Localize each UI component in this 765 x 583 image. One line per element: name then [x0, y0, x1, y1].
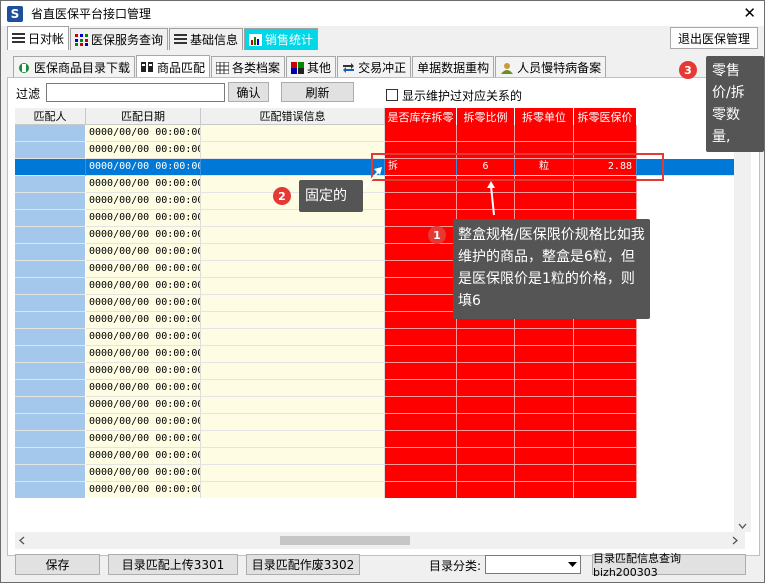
annotation-badge-3: 3	[679, 61, 697, 79]
annotation-callout-2: 固定的	[299, 180, 363, 212]
annotation-callout-1: 整盒规格/医保限价规格比如我维护的商品，整盒是6粒，但是医保限价是1粒的价格，则…	[453, 219, 650, 319]
annotation-badge-2: 2	[273, 187, 291, 205]
callout-arrow-3	[643, 83, 690, 142]
highlight-box	[371, 153, 664, 181]
annotation-overlay	[362, 78, 690, 216]
callout-arrow-3b	[572, 78, 687, 93]
annotation-callout-3: 零售价/拆零数量,	[706, 56, 764, 152]
callout-arrow-1-head	[487, 181, 495, 188]
callout-arrow-3b-head	[567, 88, 575, 98]
app-window: S 省直医保平台接口管理 ✕ 日对帐 医保服务查询 基础信息 销售统计 退出医保…	[0, 0, 765, 583]
annotation-badge-1: 1	[428, 226, 446, 244]
callout-arrow-1	[490, 185, 495, 216]
